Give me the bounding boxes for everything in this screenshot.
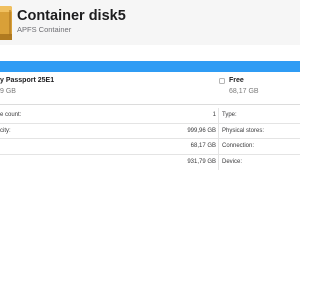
info-table: e count: 1 Type: city: 999,96 GB Physica… (0, 108, 300, 170)
info-row: 931,79 GB Device: (0, 155, 300, 171)
info-label: Connection: (222, 143, 255, 149)
free-legend-label: Free (229, 77, 244, 84)
info-label: city: (0, 127, 11, 134)
info-label: Device: (222, 158, 243, 165)
container-header: Container disk5 APFS Container (0, 0, 300, 45)
page-title: Container disk5 (17, 8, 126, 24)
section-divider (0, 104, 300, 105)
info-value: 68,17 GB (190, 143, 216, 149)
info-label: e count: (0, 112, 22, 118)
info-label: Type: (222, 112, 237, 118)
info-value: 931,79 GB (187, 158, 216, 165)
column-divider (218, 108, 219, 170)
drive-icon (0, 6, 12, 40)
free-legend-swatch-icon (219, 78, 225, 84)
storage-usage-bar (0, 61, 300, 72)
info-value: 1 (212, 112, 216, 118)
used-legend-label: y Passport 25E1 (0, 77, 55, 84)
free-legend-size: 68,17 GB (229, 88, 259, 95)
info-row: city: 999,96 GB Physical stores: (0, 124, 300, 139)
info-value: 999,96 GB (187, 127, 216, 134)
used-legend-size: 9 GB (0, 88, 16, 95)
info-row: 68,17 GB Connection: (0, 139, 300, 155)
page-subtitle: APFS Container (17, 25, 72, 34)
info-label: Physical stores: (222, 127, 265, 134)
info-row: e count: 1 Type: (0, 108, 300, 124)
